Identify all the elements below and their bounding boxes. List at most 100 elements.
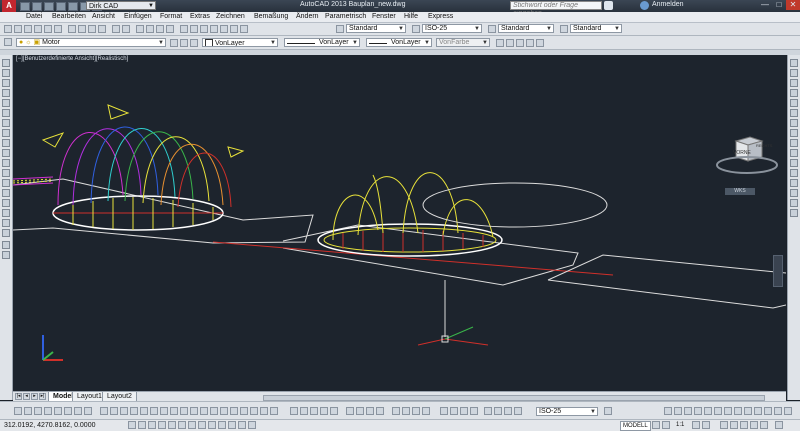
dynamic-ucs-icon[interactable] [198, 421, 206, 429]
undo-icon[interactable] [112, 25, 120, 33]
object-snap-icon-p[interactable] [250, 407, 258, 415]
menu-express[interactable]: Express [428, 13, 453, 20]
dim-tool-icon-r[interactable] [484, 407, 492, 415]
make-block-icon[interactable] [2, 179, 10, 187]
gradient-icon[interactable] [2, 209, 10, 217]
fillet-icon[interactable] [790, 199, 798, 207]
zoom-icon-d[interactable] [694, 407, 702, 415]
quick-view-drawings-icon[interactable] [662, 421, 670, 429]
publish-icon[interactable] [54, 25, 62, 33]
design-center-icon[interactable] [190, 25, 198, 33]
zoom-icon-j[interactable] [754, 407, 762, 415]
viewcube-compass[interactable] [713, 150, 781, 180]
maximize-button[interactable]: □ [772, 0, 786, 10]
layer-properties-icon[interactable] [4, 38, 12, 46]
help-search-input[interactable]: Stichwort oder Frage eingeben [510, 1, 602, 17]
object-snap-icon-e[interactable] [140, 407, 148, 415]
region-icon[interactable] [2, 219, 10, 227]
plot-icon[interactable] [68, 2, 78, 11]
dim-tool-icon-k[interactable] [402, 407, 410, 415]
selection-cycling-icon[interactable] [248, 421, 256, 429]
zoom-window-icon[interactable] [156, 25, 164, 33]
toolbar-icon-a[interactable] [496, 39, 504, 47]
dim-aligned-icon[interactable] [24, 407, 32, 415]
dim-tool-icon-c[interactable] [310, 407, 318, 415]
dim-tool-icon-q[interactable] [470, 407, 478, 415]
dim-radius-icon[interactable] [54, 407, 62, 415]
object-snap-icon[interactable] [168, 421, 176, 429]
dim-tool-icon-p[interactable] [460, 407, 468, 415]
zoom-icon-h[interactable] [734, 407, 742, 415]
annotation-scale[interactable]: 1:1 [676, 422, 684, 428]
dim-style-dropdown[interactable]: ISO-25 ▼ [422, 24, 482, 33]
help-icon[interactable] [240, 25, 248, 33]
navigation-bar[interactable] [773, 255, 783, 287]
last-tab-icon[interactable]: ▸| [39, 393, 46, 400]
zoom-previous-icon[interactable] [166, 25, 174, 33]
wcs-menu[interactable]: WKS [725, 188, 755, 195]
dim-tool-icon-g[interactable] [356, 407, 364, 415]
zoom-icon-k[interactable] [764, 407, 772, 415]
quick-view-layouts-icon[interactable] [652, 421, 660, 429]
dim-tool-icon-e[interactable] [330, 407, 338, 415]
menu-modify[interactable]: Ändern [296, 13, 319, 20]
text-style-dropdown[interactable]: Standard ▼ [346, 24, 406, 33]
dim-tool-icon-h[interactable] [366, 407, 374, 415]
layer-dropdown[interactable]: ● ☼ ▣ Motor ▼ [16, 38, 166, 47]
menu-view[interactable]: Ansicht [92, 13, 115, 20]
dim-style-manager-icon[interactable] [604, 407, 612, 415]
dim-tool-icon-i[interactable] [376, 407, 384, 415]
toolbar-icon-e[interactable] [536, 39, 544, 47]
polyline-icon[interactable] [2, 79, 10, 87]
stretch-icon[interactable] [790, 139, 798, 147]
dynamic-input-icon[interactable] [208, 421, 216, 429]
zoom-icon-b[interactable] [674, 407, 682, 415]
drawing-viewport[interactable]: [−][Benutzerdefinierte Ansicht][Realisti… [13, 55, 786, 391]
object-snap-icon-c[interactable] [120, 407, 128, 415]
move-icon[interactable] [790, 109, 798, 117]
insert-block-icon[interactable] [2, 169, 10, 177]
new-icon[interactable] [20, 2, 30, 11]
revision-cloud-icon[interactable] [2, 129, 10, 137]
dim-style-dropdown-bottom[interactable]: ISO-25 ▼ [536, 407, 598, 416]
ortho-mode-icon[interactable] [148, 421, 156, 429]
dim-ordinate-icon[interactable] [44, 407, 52, 415]
grid-display-icon[interactable] [138, 421, 146, 429]
clean-screen-icon[interactable] [775, 421, 783, 429]
layer-state-icon[interactable] [190, 39, 198, 47]
object-snap-icon-o[interactable] [240, 407, 248, 415]
workspace-switching-icon[interactable] [720, 421, 728, 429]
zoom-icon-a[interactable] [664, 407, 672, 415]
break-icon[interactable] [790, 169, 798, 177]
save-as-icon[interactable] [56, 2, 66, 11]
menu-file[interactable]: Datei [26, 13, 42, 20]
arc-icon[interactable] [2, 109, 10, 117]
polygon-icon[interactable] [2, 89, 10, 97]
zoom-icon-g[interactable] [724, 407, 732, 415]
construction-line-icon[interactable] [2, 69, 10, 77]
dim-tool-icon-u[interactable] [514, 407, 522, 415]
menu-window[interactable]: Fenster [372, 13, 396, 20]
rotate-icon[interactable] [790, 119, 798, 127]
hardware-acceleration-icon[interactable] [740, 421, 748, 429]
dim-tool-icon-b[interactable] [300, 407, 308, 415]
markup-icon[interactable] [220, 25, 228, 33]
plot-icon[interactable] [34, 25, 42, 33]
ellipse-icon[interactable] [2, 149, 10, 157]
coordinate-readout[interactable]: 312.0192, 4270.8162, 0.0000 [4, 422, 95, 429]
dim-tool-icon-l[interactable] [412, 407, 420, 415]
menu-dimension[interactable]: Bemaßung [254, 13, 288, 20]
new-icon[interactable] [4, 25, 12, 33]
multiline-text-icon[interactable] [2, 241, 10, 249]
status-menu-icon[interactable] [760, 421, 768, 429]
sign-in-link[interactable]: Anmelden [652, 1, 684, 8]
object-snap-icon-q[interactable] [260, 407, 268, 415]
layer-previous-icon[interactable] [180, 39, 188, 47]
next-tab-icon[interactable]: ▸ [31, 393, 38, 400]
close-button[interactable]: ✕ [786, 0, 800, 10]
menu-help[interactable]: Hilfe [404, 13, 418, 20]
toolbar-lock-icon[interactable] [730, 421, 738, 429]
toolbar-icon-d[interactable] [526, 39, 534, 47]
object-snap-tracking-icon[interactable] [188, 421, 196, 429]
make-current-layer-icon[interactable] [170, 39, 178, 47]
